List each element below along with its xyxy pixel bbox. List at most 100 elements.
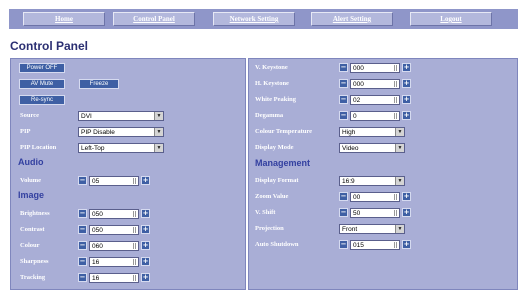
pip-location-select[interactable]: Left-Top ▼	[78, 143, 164, 153]
display-format-select[interactable]: 16:9 ▼	[339, 176, 405, 186]
chevron-down-icon: ▼	[395, 225, 404, 233]
av-mute-button[interactable]: AV Mute	[19, 79, 65, 89]
colour-temperature-value: High	[342, 128, 356, 136]
projection-value: Front	[342, 225, 358, 233]
chevron-down-icon: ▼	[395, 177, 404, 185]
sharpness-plus-icon[interactable]: +	[141, 257, 150, 266]
colour-temperature-select[interactable]: High ▼	[339, 127, 405, 137]
auto-shutdown-input[interactable]: 015	[350, 240, 400, 250]
contrast-minus-icon[interactable]: −	[78, 225, 87, 234]
white-peaking-plus-icon[interactable]: +	[402, 95, 411, 104]
zoom-value-plus-icon[interactable]: +	[402, 192, 411, 201]
brightness-minus-icon[interactable]: −	[78, 209, 87, 218]
v-shift-value: 50	[353, 209, 361, 217]
v-shift-input[interactable]: 50	[350, 208, 400, 218]
colour-value: 060	[92, 242, 103, 250]
v-keystone-value: 000	[353, 64, 364, 72]
brightness-input[interactable]: 050	[89, 209, 139, 219]
degamma-value: 0	[353, 112, 357, 120]
tracking-minus-icon[interactable]: −	[78, 273, 87, 282]
colour-temperature-label: Colour Temperature	[255, 128, 312, 135]
sharpness-minus-icon[interactable]: −	[78, 257, 87, 266]
pip-value: PIP Disable	[81, 128, 115, 136]
contrast-label: Contrast	[20, 226, 45, 233]
source-select[interactable]: DVI ▼	[78, 111, 164, 121]
auto-shutdown-label: Auto Shutdown	[255, 241, 299, 248]
chevron-down-icon: ▼	[154, 128, 163, 136]
pip-label: PIP	[20, 128, 31, 135]
v-shift-label: V. Shift	[255, 209, 276, 216]
nav-network-setting-button[interactable]: Network Setting	[213, 12, 295, 26]
contrast-input[interactable]: 050	[89, 225, 139, 235]
projection-label: Projection	[255, 225, 284, 232]
white-peaking-minus-icon[interactable]: −	[339, 95, 348, 104]
colour-input[interactable]: 060	[89, 241, 139, 251]
tracking-plus-icon[interactable]: +	[141, 273, 150, 282]
pip-select[interactable]: PIP Disable ▼	[78, 127, 164, 137]
freeze-button[interactable]: Freeze	[79, 79, 119, 89]
pip-location-value: Left-Top	[81, 144, 105, 152]
zoom-value-value: 00	[353, 193, 361, 201]
h-keystone-plus-icon[interactable]: +	[402, 79, 411, 88]
auto-shutdown-minus-icon[interactable]: −	[339, 240, 348, 249]
contrast-plus-icon[interactable]: +	[141, 225, 150, 234]
image-heading: Image	[18, 190, 45, 200]
chevron-down-icon: ▼	[395, 128, 404, 136]
tracking-input[interactable]: 16	[89, 273, 139, 283]
display-format-value: 16:9	[342, 177, 355, 185]
v-keystone-plus-icon[interactable]: +	[402, 63, 411, 72]
degamma-label: Degamma	[255, 112, 284, 119]
sharpness-label: Sharpness	[20, 258, 49, 265]
page-title: Control Panel	[10, 39, 89, 53]
volume-input[interactable]: 05	[89, 176, 139, 186]
audio-heading: Audio	[18, 157, 44, 167]
volume-plus-icon[interactable]: +	[141, 176, 150, 185]
volume-label: Volume	[20, 177, 42, 184]
h-keystone-label: H. Keystone	[255, 80, 289, 87]
sharpness-value: 16	[92, 258, 100, 266]
nav-alert-setting-button[interactable]: Alert Setting	[311, 12, 393, 26]
h-keystone-input[interactable]: 000	[350, 79, 400, 89]
brightness-plus-icon[interactable]: +	[141, 209, 150, 218]
brightness-value: 050	[92, 210, 103, 218]
zoom-value-minus-icon[interactable]: −	[339, 192, 348, 201]
projection-select[interactable]: Front ▼	[339, 224, 405, 234]
degamma-minus-icon[interactable]: −	[339, 111, 348, 120]
nav-control-panel-button[interactable]: Control Panel	[113, 12, 195, 26]
auto-shutdown-plus-icon[interactable]: +	[402, 240, 411, 249]
v-shift-minus-icon[interactable]: −	[339, 208, 348, 217]
chevron-down-icon: ▼	[154, 112, 163, 120]
v-shift-plus-icon[interactable]: +	[402, 208, 411, 217]
v-keystone-input[interactable]: 000	[350, 63, 400, 73]
pip-location-label: PIP Location	[20, 144, 57, 151]
power-off-button[interactable]: Power OFF	[19, 63, 65, 73]
white-peaking-input[interactable]: 02	[350, 95, 400, 105]
display-format-label: Display Format	[255, 177, 299, 184]
white-peaking-value: 02	[353, 96, 361, 104]
volume-minus-icon[interactable]: −	[78, 176, 87, 185]
degamma-input[interactable]: 0	[350, 111, 400, 121]
h-keystone-minus-icon[interactable]: −	[339, 79, 348, 88]
management-heading: Management	[255, 158, 311, 168]
resync-button[interactable]: Re-sync	[19, 95, 65, 105]
colour-minus-icon[interactable]: −	[78, 241, 87, 250]
top-nav: Home Control Panel Network Setting Alert…	[9, 9, 518, 29]
tracking-label: Tracking	[20, 274, 46, 281]
nav-home-button[interactable]: Home	[23, 12, 105, 26]
zoom-value-input[interactable]: 00	[350, 192, 400, 202]
degamma-plus-icon[interactable]: +	[402, 111, 411, 120]
colour-plus-icon[interactable]: +	[141, 241, 150, 250]
chevron-down-icon: ▼	[154, 144, 163, 152]
left-control-panel: Power OFF AV Mute Freeze Re-sync Source …	[10, 58, 246, 290]
display-mode-value: Video	[342, 144, 359, 152]
tracking-value: 16	[92, 274, 100, 282]
right-control-panel: V. Keystone − 000 + H. Keystone − 000 + …	[248, 58, 518, 290]
display-mode-select[interactable]: Video ▼	[339, 143, 405, 153]
white-peaking-label: White Peaking	[255, 96, 296, 103]
zoom-value-label: Zoom Value	[255, 193, 289, 200]
volume-value: 05	[92, 177, 100, 185]
v-keystone-label: V. Keystone	[255, 64, 288, 71]
nav-logout-button[interactable]: Logout	[410, 12, 492, 26]
sharpness-input[interactable]: 16	[89, 257, 139, 267]
v-keystone-minus-icon[interactable]: −	[339, 63, 348, 72]
